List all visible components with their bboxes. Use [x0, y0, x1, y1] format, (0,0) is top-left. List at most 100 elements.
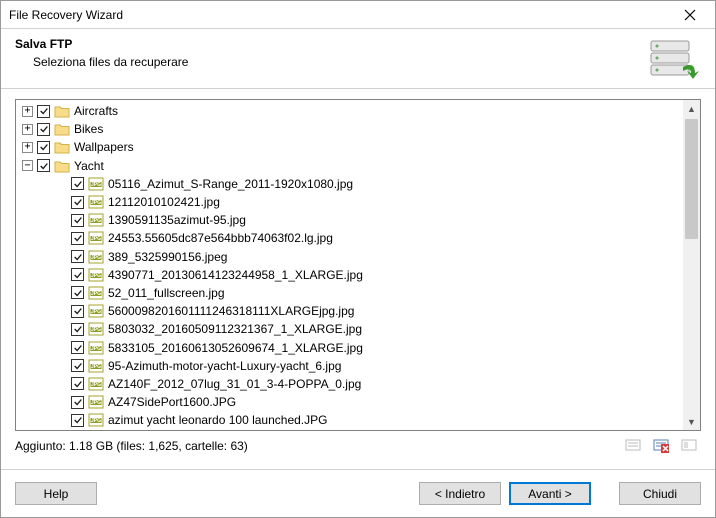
- vertical-scrollbar[interactable]: ▲ ▼: [683, 100, 700, 430]
- svg-text:JPG: JPG: [91, 327, 101, 333]
- file-label: 24553.55605dc87e564bbb74063f02.lg.jpg: [108, 231, 333, 245]
- file-label: 52_011_fullscreen.jpg: [108, 286, 225, 300]
- file-label: 5803032_20160509112321367_1_XLARGE.jpg: [108, 322, 362, 336]
- checkbox[interactable]: [71, 214, 84, 227]
- jpg-icon: JPG: [88, 395, 104, 409]
- tree-file-row[interactable]: JPG 1390591135azimut-95.jpg: [16, 211, 683, 229]
- tree-file-row[interactable]: JPG AZ47SidePort1600.JPG: [16, 393, 683, 411]
- tree-file-row[interactable]: JPG95-Azimuth-motor-yacht-Luxury-yacht_6…: [16, 357, 683, 375]
- svg-text:JPG: JPG: [91, 236, 101, 242]
- expander-icon[interactable]: +: [22, 106, 33, 117]
- expander-none: [56, 269, 67, 280]
- tree-file-row[interactable]: JPG AZ140F_2012_07lug_31_01_3-4-POPPA_0.j…: [16, 375, 683, 393]
- checkbox[interactable]: [71, 232, 84, 245]
- checkbox[interactable]: [71, 268, 84, 281]
- folder-icon: [54, 104, 70, 118]
- checkbox[interactable]: [71, 286, 84, 299]
- tool-icon-3[interactable]: [681, 437, 697, 456]
- expander-none: [56, 233, 67, 244]
- jpg-icon: JPG: [88, 341, 104, 355]
- svg-text:JPG: JPG: [91, 309, 101, 315]
- tree-file-row[interactable]: JPG 52_011_fullscreen.jpg: [16, 284, 683, 302]
- help-button[interactable]: Help: [15, 482, 97, 505]
- tree-file-row[interactable]: JPGazimut yacht leonardo 100 launched.JP…: [16, 411, 683, 429]
- tree-file-row[interactable]: JPG 5803032_20160509112321367_1_XLARGE.jp…: [16, 320, 683, 338]
- file-label: 4390771_20130614123244958_1_XLARGE.jpg: [108, 268, 363, 282]
- checkbox[interactable]: [71, 359, 84, 372]
- file-label: AZ140F_2012_07lug_31_01_3-4-POPPA_0.jpg: [108, 377, 361, 391]
- tool-icon-delete[interactable]: [653, 437, 669, 456]
- svg-text:JPG: JPG: [91, 364, 101, 370]
- file-tree-container: +Aircrafts+Bikes+Wallpapers−YachtJPG0511…: [15, 99, 701, 431]
- checkbox[interactable]: [71, 305, 84, 318]
- folder-icon: [54, 159, 70, 173]
- expander-none: [56, 360, 67, 371]
- checkbox[interactable]: [71, 196, 84, 209]
- close-icon[interactable]: [671, 4, 709, 26]
- svg-text:JPG: JPG: [91, 273, 101, 279]
- svg-text:JPG: JPG: [91, 418, 101, 424]
- checkbox[interactable]: [71, 250, 84, 263]
- jpg-icon: JPG: [88, 286, 104, 300]
- jpg-icon: JPG: [88, 213, 104, 227]
- tree-file-row[interactable]: JPG389_5325990156.jpeg: [16, 248, 683, 266]
- checkbox[interactable]: [71, 323, 84, 336]
- svg-text:JPG: JPG: [91, 346, 101, 352]
- checkbox[interactable]: [71, 414, 84, 427]
- scroll-up-icon[interactable]: ▲: [683, 100, 700, 117]
- back-button[interactable]: < Indietro: [419, 482, 501, 505]
- file-label: 5600098201601111246318111XLARGEjpg.jpg: [108, 304, 354, 318]
- expander-icon[interactable]: +: [22, 142, 33, 153]
- expander-icon[interactable]: +: [22, 124, 33, 135]
- next-button[interactable]: Avanti >: [509, 482, 591, 505]
- tree-file-row[interactable]: JPG5833105_20160613052609674_1_XLARGE.jp…: [16, 338, 683, 356]
- scroll-down-icon[interactable]: ▼: [683, 413, 700, 430]
- checkbox[interactable]: [37, 105, 50, 118]
- tool-icon-1[interactable]: [625, 437, 641, 456]
- scroll-thumb[interactable]: [685, 119, 698, 239]
- checkbox[interactable]: [37, 123, 50, 136]
- jpg-icon: JPG: [88, 177, 104, 191]
- file-label: AZ47SidePort1600.JPG: [108, 395, 236, 409]
- expander-none: [56, 178, 67, 189]
- checkbox[interactable]: [71, 341, 84, 354]
- tree-file-row[interactable]: JPG05116_Azimut_S-Range_2011-1920x1080.j…: [16, 175, 683, 193]
- expander-none: [56, 324, 67, 335]
- expander-none: [56, 342, 67, 353]
- checkbox[interactable]: [71, 177, 84, 190]
- folder-icon: [54, 140, 70, 154]
- file-tree[interactable]: +Aircrafts+Bikes+Wallpapers−YachtJPG0511…: [16, 100, 683, 430]
- tree-folder-row[interactable]: +Aircrafts: [16, 102, 683, 120]
- window-title: File Recovery Wizard: [9, 8, 671, 22]
- wizard-footer: Help < Indietro Avanti > Chiudi: [1, 469, 715, 517]
- close-button[interactable]: Chiudi: [619, 482, 701, 505]
- folder-label: Bikes: [74, 122, 103, 136]
- expander-none: [56, 215, 67, 226]
- tree-file-row[interactable]: JPG12112010102421.jpg: [16, 193, 683, 211]
- expander-icon[interactable]: −: [22, 160, 33, 171]
- folder-label: Wallpapers: [74, 140, 134, 154]
- folder-label: Yacht: [74, 159, 104, 173]
- jpg-icon: JPG: [88, 377, 104, 391]
- file-label: 1390591135azimut-95.jpg: [108, 213, 246, 227]
- jpg-icon: JPG: [88, 359, 104, 373]
- header-title: Salva FTP: [15, 37, 645, 51]
- checkbox[interactable]: [37, 159, 50, 172]
- expander-none: [56, 397, 67, 408]
- checkbox[interactable]: [71, 377, 84, 390]
- tree-folder-row[interactable]: + Bikes: [16, 120, 683, 138]
- tree-folder-row[interactable]: − Yacht: [16, 157, 683, 175]
- expander-none: [56, 197, 67, 208]
- wizard-header: Salva FTP Seleziona files da recuperare: [1, 29, 715, 89]
- checkbox[interactable]: [37, 141, 50, 154]
- jpg-icon: JPG: [88, 195, 104, 209]
- expander-none: [56, 415, 67, 426]
- checkbox[interactable]: [71, 396, 84, 409]
- tree-folder-row[interactable]: + Wallpapers: [16, 138, 683, 156]
- status-text: Aggiunto: 1.18 GB (files: 1,625, cartell…: [15, 439, 625, 453]
- tree-file-row[interactable]: JPG 4390771_20130614123244958_1_XLARGE.jp…: [16, 266, 683, 284]
- svg-text:JPG: JPG: [91, 218, 101, 224]
- folder-icon: [54, 122, 70, 136]
- tree-file-row[interactable]: JPG 24553.55605dc87e564bbb74063f02.lg.jpg: [16, 229, 683, 247]
- tree-file-row[interactable]: JPG 5600098201601111246318111XLARGEjpg.jp…: [16, 302, 683, 320]
